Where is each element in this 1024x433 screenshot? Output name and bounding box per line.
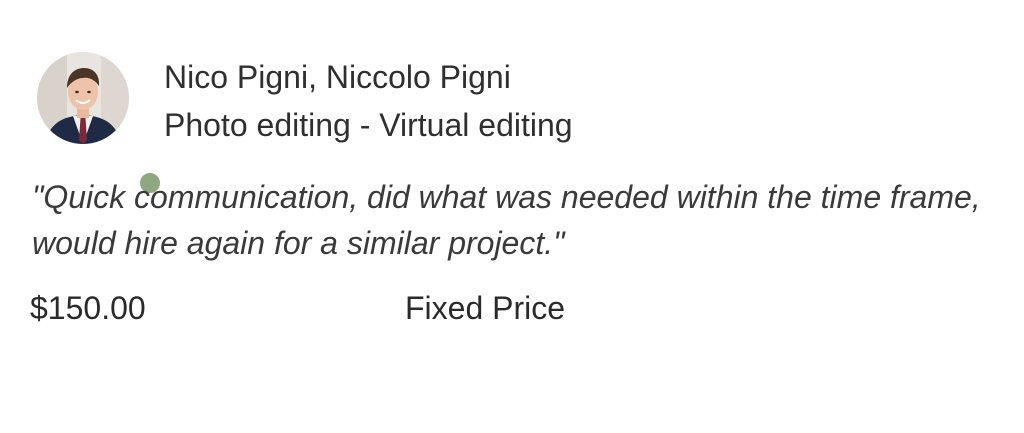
client-names: Nico Pigni, Niccolo Pigni	[164, 59, 511, 95]
avatar-container	[37, 52, 163, 196]
job-title[interactable]: Photo editing - Virtual editing	[164, 106, 573, 144]
review-card: Nico Pigni, Niccolo Pigni Photo editing …	[0, 0, 1024, 433]
avatar[interactable]	[37, 52, 129, 144]
review-quote: "Quick communication, did what was neede…	[32, 179, 981, 261]
price-type: Fixed Price	[405, 290, 566, 326]
price-amount: $150.00	[30, 290, 146, 326]
avatar-photo	[37, 52, 129, 144]
